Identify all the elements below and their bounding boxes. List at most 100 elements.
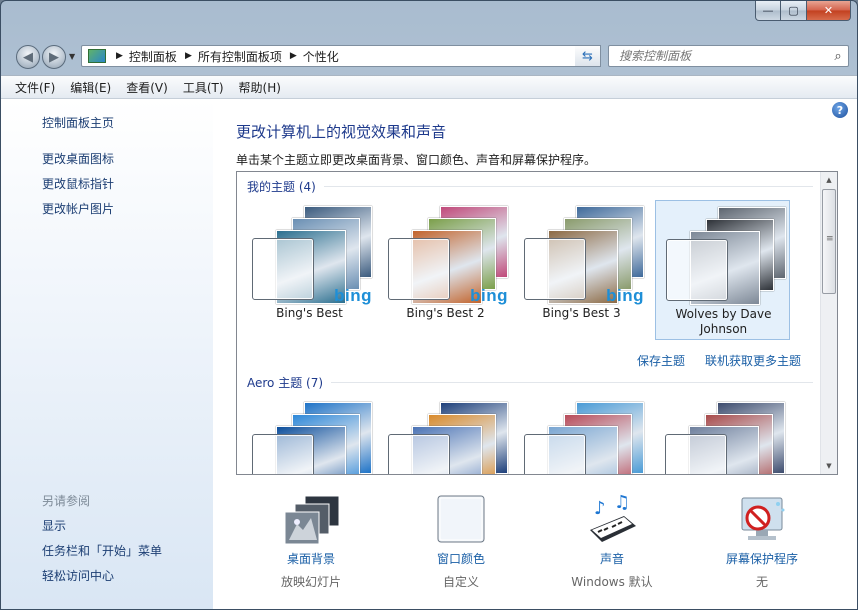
scroll-up-icon[interactable]: ▲ — [821, 172, 837, 188]
theme-thumbnail-stack: bing — [388, 206, 508, 305]
theme-tile[interactable]: bing Bing's Best — [242, 200, 377, 340]
theme-thumbnail-stack: bing — [252, 206, 372, 305]
window-color-swatch — [665, 434, 727, 474]
breadcrumb-personalization[interactable]: 个性化 — [303, 48, 339, 65]
bing-logo: bing — [470, 286, 508, 305]
svg-text:♫: ♫ — [614, 494, 630, 513]
theme-name: Bing's Best 2 — [406, 306, 485, 320]
my-themes-heading: 我的主题 (4) — [247, 178, 813, 195]
aero-theme-tile[interactable] — [514, 396, 649, 474]
maximize-button[interactable]: ▢ — [781, 1, 807, 21]
theme-thumbnail-stack: bing — [524, 206, 644, 305]
window-color-swatch — [524, 238, 586, 300]
screen-saver-button[interactable]: 屏幕保护程序 无 — [687, 494, 837, 590]
scroll-thumb[interactable] — [822, 189, 836, 294]
personalization-window: — ▢ ✕ ◀ ▶ ▼ ▶ 控制面板 ▶ 所有控制面板项 ▶ 个性化 ▼ ⇆ ⌕… — [0, 0, 858, 610]
theme-tile[interactable]: bing Bing's Best 2 — [378, 200, 513, 340]
theme-name: Bing's Best — [276, 306, 343, 320]
forward-button[interactable]: ▶ — [42, 45, 66, 69]
sidebar-link-desktop-icons[interactable]: 更改桌面图标 — [42, 150, 114, 167]
refresh-icon: ⇆ — [582, 48, 593, 64]
theme-thumbnail-stack — [388, 402, 508, 474]
aero-theme-tile[interactable] — [242, 396, 377, 474]
save-theme-link[interactable]: 保存主题 — [637, 352, 685, 369]
window-color-swatch — [524, 434, 586, 474]
aero-themes-heading: Aero 主题 (7) — [247, 374, 813, 391]
window-color-button[interactable]: 窗口颜色 自定义 — [386, 494, 536, 590]
menu-help[interactable]: 帮助(H) — [239, 79, 281, 96]
sidebar-home-link[interactable]: 控制面板主页 — [42, 114, 114, 131]
close-button[interactable]: ✕ — [807, 1, 851, 21]
navigation-bar: ◀ ▶ ▼ ▶ 控制面板 ▶ 所有控制面板项 ▶ 个性化 ▼ ⇆ ⌕ — [1, 39, 857, 73]
window-color-swatch — [252, 434, 314, 474]
sound-icon: ♪ ♫ — [584, 492, 640, 546]
breadcrumb-all-items[interactable]: 所有控制面板项 — [198, 48, 282, 65]
scroll-down-icon[interactable]: ▼ — [821, 458, 837, 474]
window-color-label[interactable]: 窗口颜色 — [386, 550, 536, 567]
sidebar-link-account-picture[interactable]: 更改帐户图片 — [42, 200, 114, 217]
menu-edit[interactable]: 编辑(E) — [70, 79, 111, 96]
theme-thumbnail-stack — [524, 402, 644, 474]
see-also-taskbar-link[interactable]: 任务栏和「开始」菜单 — [42, 542, 162, 559]
bing-logo: bing — [334, 286, 372, 305]
see-also-ease-of-access-link[interactable]: 轻松访问中心 — [42, 567, 114, 584]
theme-tile[interactable]: Wolves by Dave Johnson — [655, 200, 790, 340]
sidebar: 控制面板主页 更改桌面图标 更改鼠标指针 更改帐户图片 另请参阅 显示 任务栏和… — [1, 99, 213, 609]
window-color-swatch — [252, 238, 314, 300]
svg-text:♪: ♪ — [594, 498, 606, 519]
sound-status: Windows 默认 — [571, 575, 653, 589]
my-themes-heading-text: 我的主题 (4) — [247, 180, 316, 194]
breadcrumb-separator-icon[interactable]: ▶ — [185, 51, 192, 61]
bing-logo: bing — [606, 286, 644, 305]
refresh-button[interactable]: ⇆ — [575, 45, 601, 67]
gallery-scrollbar[interactable]: ▲ ▼ — [820, 172, 837, 474]
address-bar[interactable]: ▶ 控制面板 ▶ 所有控制面板项 ▶ 个性化 ▼ — [81, 45, 599, 67]
recent-pages-dropdown-icon[interactable]: ▼ — [69, 52, 75, 61]
desktop-background-status: 放映幻灯片 — [280, 575, 341, 589]
aero-theme-tile[interactable] — [378, 396, 513, 474]
theme-thumbnail-stack — [665, 402, 785, 474]
desktop-background-icon — [283, 494, 340, 546]
sidebar-link-mouse-pointers[interactable]: 更改鼠标指针 — [42, 175, 114, 192]
help-icon[interactable]: ? — [832, 102, 848, 118]
screen-saver-label[interactable]: 屏幕保护程序 — [687, 550, 837, 567]
window-color-swatch — [388, 238, 450, 300]
aero-themes-heading-text: Aero 主题 (7) — [247, 376, 324, 390]
theme-thumbnail-stack — [252, 402, 372, 474]
menu-bar: 文件(F) 编辑(E) 查看(V) 工具(T) 帮助(H) — [1, 75, 857, 99]
breadcrumb-separator-icon[interactable]: ▶ — [290, 51, 297, 61]
screen-saver-status: 无 — [755, 575, 768, 589]
sound-button[interactable]: ♪ ♫ 声音 Windows 默认 — [537, 492, 687, 590]
theme-thumbnail-stack — [666, 207, 786, 305]
heading-divider — [331, 382, 813, 383]
desktop-background-button[interactable]: 桌面背景 放映幻灯片 — [236, 494, 386, 590]
search-icon[interactable]: ⌕ — [828, 49, 848, 64]
breadcrumb-separator-icon[interactable]: ▶ — [116, 51, 123, 61]
forward-arrow-icon: ▶ — [49, 49, 59, 65]
menu-file[interactable]: 文件(F) — [15, 79, 55, 96]
screen-saver-icon — [734, 494, 790, 546]
breadcrumb-control-panel[interactable]: 控制面板 — [129, 48, 177, 65]
menu-view[interactable]: 查看(V) — [126, 79, 168, 96]
theme-tile[interactable]: bing Bing's Best 3 — [514, 200, 649, 340]
page-title: 更改计算机上的视觉效果和声音 — [236, 123, 447, 141]
see-also-heading: 另请参阅 — [42, 494, 91, 508]
theme-name: Bing's Best 3 — [542, 306, 621, 320]
desktop-background-label[interactable]: 桌面背景 — [236, 550, 386, 567]
aero-theme-tile[interactable] — [655, 396, 790, 474]
control-panel-icon — [88, 49, 106, 63]
page-description: 单击某个主题立即更改桌面背景、窗口颜色、声音和屏幕保护程序。 — [236, 153, 597, 167]
sound-label[interactable]: 声音 — [537, 550, 687, 567]
search-input[interactable] — [617, 48, 828, 64]
back-button[interactable]: ◀ — [16, 45, 40, 69]
heading-divider — [323, 186, 813, 187]
get-more-themes-link[interactable]: 联机获取更多主题 — [705, 352, 801, 369]
window-color-status: 自定义 — [442, 575, 479, 589]
theme-gallery: 我的主题 (4) bing Bing's Best bing Bing's Best … — [236, 171, 838, 475]
window-color-icon — [433, 494, 489, 546]
menu-tools[interactable]: 工具(T) — [183, 79, 224, 96]
search-box[interactable]: ⌕ — [608, 45, 849, 67]
see-also-display-link[interactable]: 显示 — [42, 517, 66, 534]
minimize-button[interactable]: — — [755, 1, 781, 21]
content-area: 控制面板主页 更改桌面图标 更改鼠标指针 更改帐户图片 另请参阅 显示 任务栏和… — [1, 99, 857, 609]
